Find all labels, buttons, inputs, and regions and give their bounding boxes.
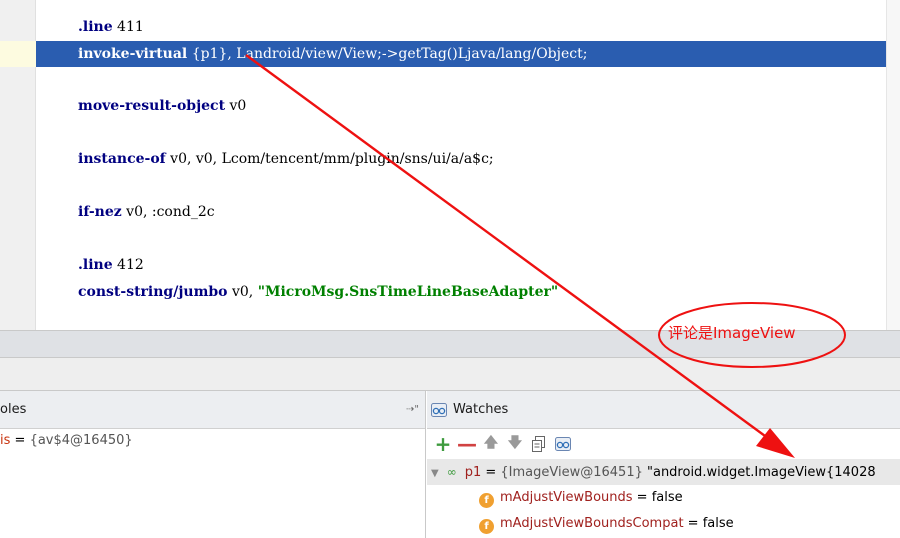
watches-panel-title: Watches [427, 391, 900, 429]
code-line[interactable]: instance-of v0, v0, Lcom/tencent/mm/plug… [36, 146, 886, 172]
expand-triangle-icon[interactable]: ▼ [431, 468, 439, 479]
watch-object-ref: {ImageView@16451} [500, 465, 647, 480]
move-watch-up-button[interactable]: 🡅 [479, 433, 503, 455]
code-line[interactable]: move-result-object v0 [36, 93, 886, 119]
field-equals: = [632, 490, 652, 505]
code-operands: 412 [112, 257, 144, 273]
watches-title-text: Watches [453, 401, 509, 417]
current-line-gutter-marker [0, 41, 36, 67]
field-name: mAdjustViewBoundsCompat [500, 516, 684, 531]
watches-small-icon [555, 437, 571, 451]
move-watch-down-button[interactable]: 🡇 [503, 433, 527, 455]
field-icon: f [479, 519, 494, 534]
variables-title-text: oles [0, 402, 27, 417]
code-editor[interactable]: .line 411 invoke-virtual {p1}, Landroid/… [0, 0, 900, 330]
code-operands: v0, v0, Lcom/tencent/mm/plugin/sns/ui/a/… [165, 151, 494, 167]
variable-name: is [0, 433, 11, 448]
watch-variable-icon: ∞ [446, 465, 457, 479]
watch-equals: = [481, 465, 501, 480]
watch-field-row[interactable]: f mAdjustViewBoundsCompat = false [427, 511, 900, 537]
field-value: false [651, 490, 683, 505]
code-keyword: instance-of [78, 151, 166, 167]
code-line[interactable]: if-nez v0, :cond_2c [36, 199, 886, 225]
field-icon: f [479, 493, 494, 508]
code-line[interactable]: .line 412 [36, 252, 886, 278]
code-keyword: .line [78, 19, 113, 35]
add-watch-button[interactable]: + [431, 432, 455, 456]
code-keyword: move-result-object [78, 98, 226, 114]
code-operands: v0 [225, 98, 247, 114]
watches-icon [431, 402, 447, 417]
duplicate-watch-button[interactable] [551, 433, 575, 455]
code-operands: 411 [112, 19, 144, 35]
code-keyword: const-string/jumbo [78, 284, 228, 300]
field-name: mAdjustViewBounds [500, 490, 633, 505]
code-keyword: .line [78, 257, 113, 273]
editor-right-margin [886, 0, 900, 330]
watch-field-row[interactable]: f mAdjustViewBounds = false [427, 485, 900, 511]
watches-toolbar: + — 🡅 🡇 [427, 429, 900, 459]
code-keyword: invoke-virtual [78, 46, 188, 62]
field-value: false [702, 516, 734, 531]
copy-icon [532, 436, 545, 452]
variables-panel[interactable]: oles ⇢" is = {av$4@16450} [0, 391, 426, 538]
watch-row-p1[interactable]: ▼ ∞ p1 = {ImageView@16451} "android.widget… [427, 459, 900, 485]
annotation-note: 评论是ImageView [668, 324, 796, 342]
code-line[interactable]: .line 411 [36, 14, 886, 40]
code-line[interactable]: const-string/jumbo v0, "MicroMsg.SnsTime… [36, 279, 886, 305]
copy-watch-button[interactable] [527, 433, 551, 455]
code-line-selected[interactable]: invoke-virtual {p1}, Landroid/view/View;… [36, 41, 886, 67]
debug-panel-toolbar[interactable] [0, 358, 900, 391]
watch-name: p1 [464, 465, 482, 480]
variable-equals: = [10, 433, 30, 448]
watches-panel[interactable]: Watches + — 🡅 🡇 ▼ ∞ p1 = {ImageView@16451}… [427, 391, 900, 538]
variable-value: {av$4@16450} [29, 433, 133, 448]
panel-pin-icon[interactable]: ⇢" [406, 391, 419, 429]
code-operands: v0, [227, 284, 258, 300]
variables-panel-title: oles ⇢" [0, 391, 425, 429]
variable-row[interactable]: is = {av$4@16450} [0, 429, 425, 453]
code-string-literal: "MicroMsg.SnsTimeLineBaseAdapter" [257, 284, 559, 300]
code-operands: v0, :cond_2c [121, 204, 215, 220]
remove-watch-button[interactable]: — [455, 432, 479, 456]
code-operands: {p1}, Landroid/view/View;->getTag()Ljava… [187, 46, 588, 62]
code-keyword: if-nez [78, 204, 122, 220]
watch-to-string: "android.widget.ImageView{14028 [647, 465, 876, 480]
field-equals: = [683, 516, 703, 531]
